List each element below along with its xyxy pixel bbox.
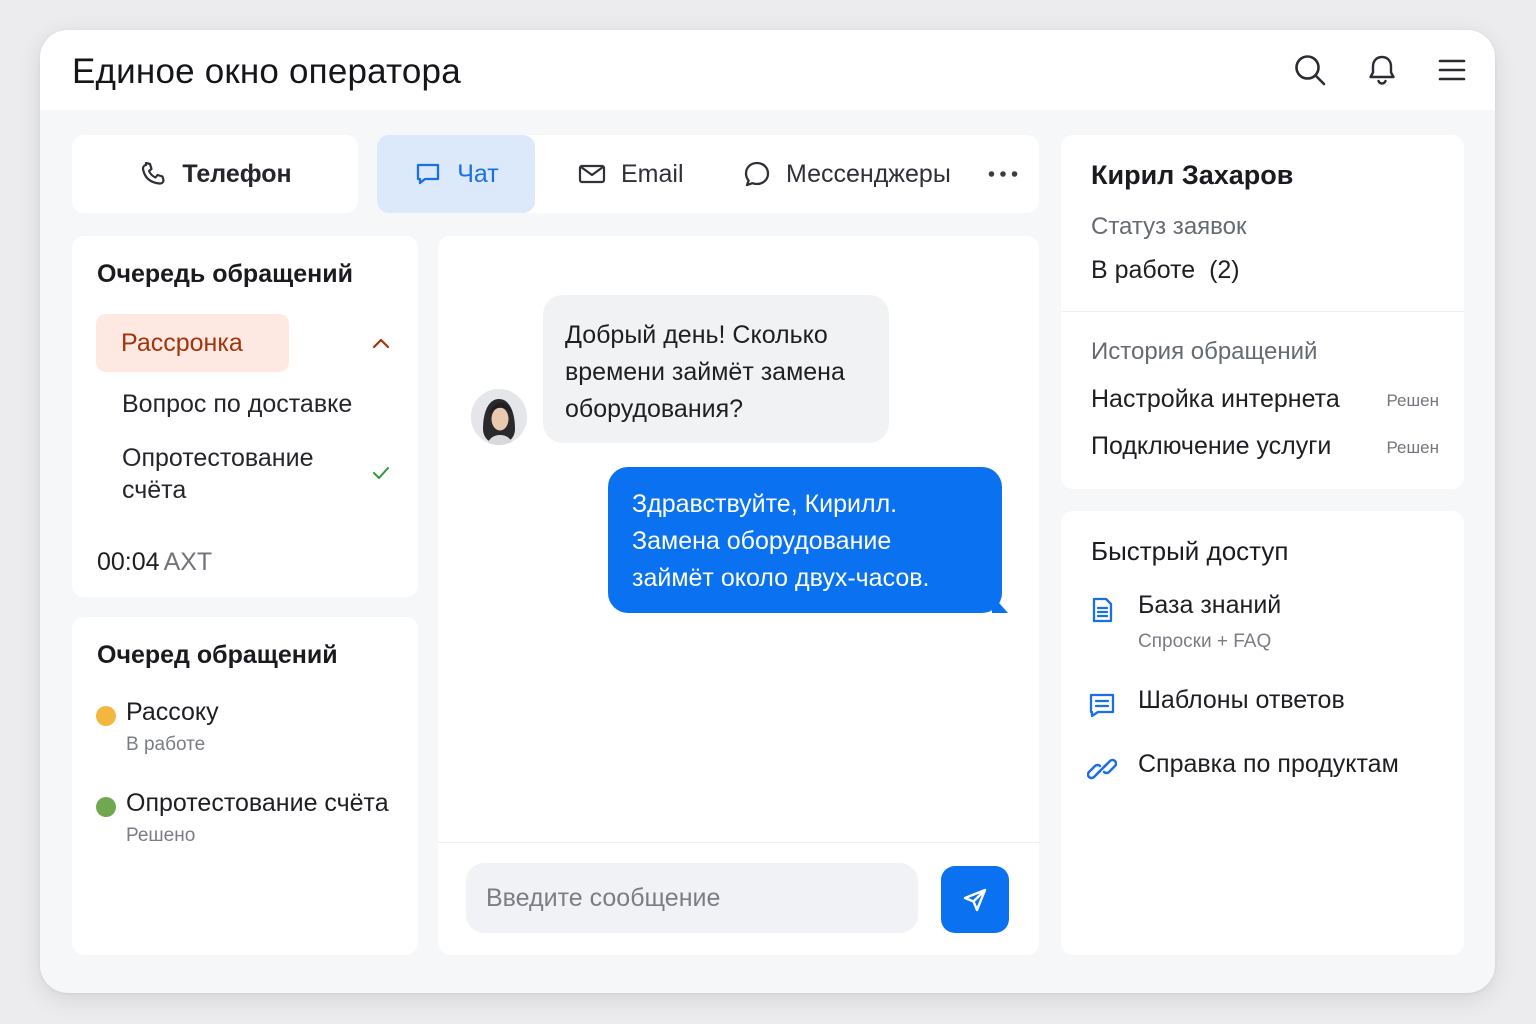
document-icon	[1092, 597, 1113, 623]
check-icon	[373, 467, 389, 479]
queue-status-panel: Очеред обращений Рассоку В работе Опроте…	[72, 617, 418, 955]
page-title: Единое окно оператора	[72, 52, 461, 91]
quick-access-panel: Быстрый доступ База знаний Спроски + FAQ…	[1061, 511, 1464, 955]
queue-status-state: В работе	[126, 734, 206, 755]
queue-status-state: Решено	[126, 825, 196, 846]
send-icon	[963, 888, 987, 911]
session-timer: 00:04 AXT	[97, 548, 212, 577]
queue-panel: Очередь обращений Рассронка Вопрос по до…	[72, 236, 418, 597]
client-panel: Кирил Захаров Статуз заявок В работе (2)…	[1061, 135, 1464, 489]
message-input[interactable]	[466, 863, 918, 933]
tab-email-label: Email	[621, 159, 684, 188]
queue-item-selected[interactable]: Рассронка	[96, 314, 289, 372]
tab-chat[interactable]: Чат	[377, 135, 535, 213]
send-button[interactable]	[941, 866, 1009, 933]
request-status-value: В работе (2)	[1091, 256, 1240, 284]
avatar	[471, 389, 527, 445]
link-icon	[1087, 758, 1117, 780]
more-icon	[988, 171, 1018, 177]
chat-icon	[417, 163, 440, 185]
tab-messengers[interactable]: Мессенджеры	[742, 135, 951, 213]
client-divider	[1061, 311, 1464, 312]
queue-item-delivery[interactable]: Вопрос по доставке	[122, 388, 352, 420]
queue-item-dispute[interactable]: Опротестование счёта	[122, 442, 332, 506]
incoming-message: Добрый день! Сколько времени займёт заме…	[543, 295, 889, 443]
history-item-label: Подключение услуги	[1091, 432, 1332, 460]
chevron-up-icon[interactable]	[370, 332, 392, 354]
queue-status-name: Опротестование счёта	[126, 789, 389, 817]
more-tabs-button[interactable]	[985, 135, 1021, 213]
timer-value: 00:04	[97, 548, 160, 576]
history-title: История обращений	[1091, 338, 1318, 365]
history-item[interactable]: Настройка интернета Решен	[1091, 385, 1439, 419]
tab-email[interactable]: Email	[577, 135, 684, 213]
tab-phone-label: Телефон	[182, 159, 292, 188]
bell-icon[interactable]	[1362, 50, 1402, 90]
chat-divider	[438, 842, 1039, 843]
tab-messengers-label: Мессенджеры	[786, 159, 951, 188]
history-item-status: Решен	[1386, 438, 1439, 457]
history-item[interactable]: Подключение услуги Решен	[1091, 432, 1439, 466]
request-status-label: Статуз заявок	[1091, 213, 1247, 240]
quick-access-title: Быстрый доступ	[1091, 536, 1289, 566]
quick-link-label: Шаблоны ответов	[1138, 686, 1345, 714]
queue-title: Очередь обращений	[97, 260, 353, 288]
top-bar: Единое окно оператора	[40, 30, 1495, 110]
quick-link-sub: Спроски + FAQ	[1138, 631, 1272, 652]
queue-status-name: Рассоку	[126, 698, 219, 726]
client-name: Кирил Захаров	[1091, 160, 1294, 190]
history-item-label: Настройка интернета	[1091, 385, 1340, 413]
mail-icon	[578, 164, 606, 184]
message-lines-icon	[1089, 693, 1115, 718]
timer-timezone: AXT	[163, 548, 213, 576]
quick-link-label: База знаний	[1138, 591, 1282, 619]
message-bubble-icon	[744, 161, 770, 187]
queue-status-title: Очеред обращений	[97, 641, 338, 669]
outgoing-message: Здравствуйте, Кирилл. Замена оборудовани…	[608, 467, 1002, 613]
history-item-status: Решен	[1386, 391, 1439, 410]
channel-tabs: Чат Email Мессенджеры	[377, 135, 1039, 213]
tab-phone[interactable]: Телефон	[72, 135, 358, 213]
menu-icon[interactable]	[1432, 50, 1472, 90]
status-dot	[96, 797, 116, 817]
search-icon[interactable]	[1290, 50, 1330, 90]
quick-link-label: Справка по продуктам	[1138, 750, 1399, 778]
tab-chat-label: Чат	[457, 159, 499, 188]
phone-icon	[142, 161, 165, 185]
chat-panel: Добрый день! Сколько времени займёт заме…	[438, 236, 1039, 955]
status-dot	[96, 706, 116, 726]
operator-window: Единое окно оператора Телефон Чат Email …	[40, 30, 1495, 993]
